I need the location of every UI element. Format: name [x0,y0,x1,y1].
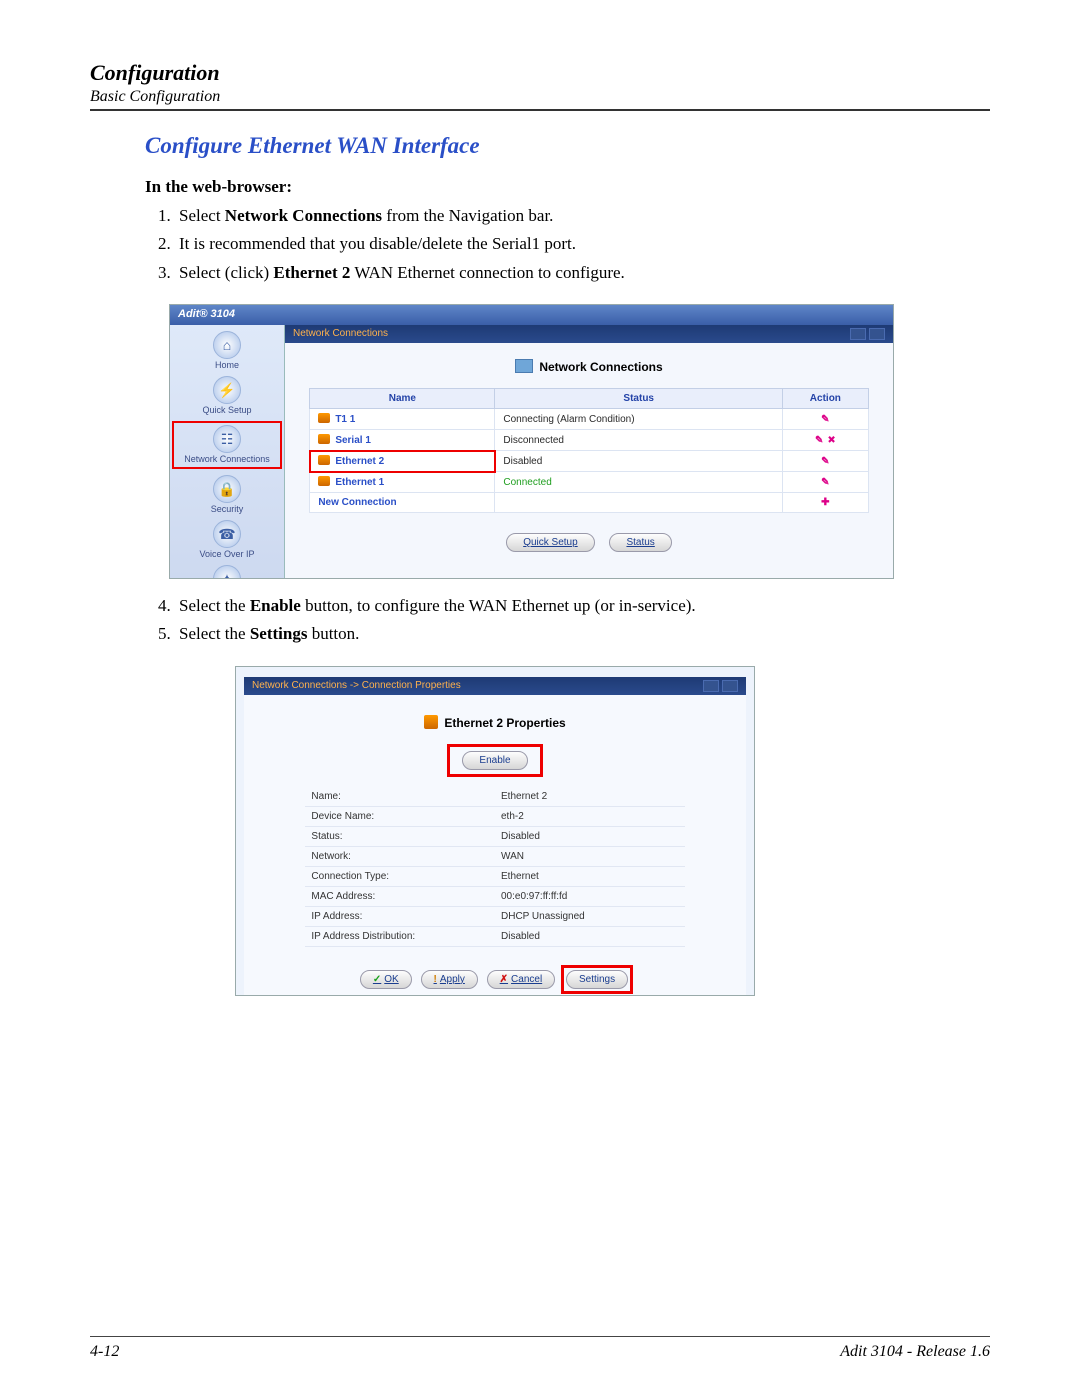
home-icon: ⌂ [213,331,241,359]
screenshot-ethernet-properties: Network Connections -> Connection Proper… [235,666,755,996]
x-icon: ✗ [500,974,508,985]
nav-more[interactable]: ✦ [170,565,284,579]
screenshot-network-connections: Adit® 3104 ⌂Home ⚡Quick Setup ☷Network C… [169,304,894,579]
breadcrumb: Network Connections [285,325,893,343]
step-4: Select the Enable button, to configure t… [175,593,990,619]
nav-home[interactable]: ⌂Home [170,331,284,370]
cable-icon [318,455,330,465]
prop-row: IP Address Distribution:Disabled [305,926,684,946]
cable-icon [318,476,330,486]
section-title: Configure Ethernet WAN Interface [145,133,990,159]
apply-icon: ! [434,974,437,985]
nav-network-connections-highlighted: ☷Network Connections [172,421,282,469]
table-row[interactable]: Ethernet 1 Connected ✎ [310,472,868,493]
delete-icon[interactable]: ✖ [827,435,835,446]
quick-setup-button[interactable]: Quick Setup [506,533,594,552]
check-icon: ✓ [373,974,381,985]
more-icon: ✦ [213,565,241,579]
prop-row: Device Name:eth-2 [305,806,684,826]
breadcrumb: Network Connections -> Connection Proper… [244,677,746,695]
phone-icon: ☎ [213,520,241,548]
step-5: Select the Settings button. [175,621,990,647]
bolt-icon: ⚡ [213,376,241,404]
step-1: Select Network Connections from the Navi… [175,203,990,229]
properties-title: Ethernet 2 Properties [258,715,732,730]
page-header-sub: Basic Configuration [90,88,990,106]
step-2: It is recommended that you disable/delet… [175,231,990,257]
connections-table: Name Status Action T1 1 Connecting (Alar… [309,388,868,513]
settings-button[interactable]: Settings [566,970,628,989]
settings-highlight: Settings [561,965,633,994]
pane-title: Network Connections [285,359,893,374]
network-icon [515,359,533,373]
step-3: Select (click) Ethernet 2 WAN Ethernet c… [175,260,990,286]
lock-icon: 🔒 [213,475,241,503]
tool-icon[interactable] [722,680,738,692]
prop-row: MAC Address:00:e0:97:ff:ff:fd [305,886,684,906]
nav-security[interactable]: 🔒Security [170,475,284,514]
cancel-button[interactable]: ✗Cancel [487,970,556,989]
tool-icon[interactable] [703,680,719,692]
apply-button[interactable]: !Apply [421,970,478,989]
table-row[interactable]: Serial 1 Disconnected ✎✖ [310,430,868,451]
header-rule [90,109,990,111]
prop-row: Connection Type:Ethernet [305,866,684,886]
nav-voip[interactable]: ☎Voice Over IP [170,520,284,559]
ok-button[interactable]: ✓OK [360,970,412,989]
prop-row: Name:Ethernet 2 [305,787,684,807]
add-icon[interactable]: ✚ [821,497,829,508]
table-row[interactable]: T1 1 Connecting (Alarm Condition) ✎ [310,409,868,430]
col-name: Name [310,389,495,409]
enable-highlight: Enable [447,744,542,777]
edit-icon[interactable]: ✎ [821,414,829,425]
prop-row: IP Address:DHCP Unassigned [305,906,684,926]
new-connection-row[interactable]: New Connection ✚ [310,493,868,513]
edit-icon[interactable]: ✎ [821,456,829,467]
cable-icon [424,715,438,729]
edit-icon[interactable]: ✎ [821,477,829,488]
cable-icon [318,413,330,423]
tool-icon[interactable] [869,328,885,340]
prop-row: Status:Disabled [305,826,684,846]
status-button[interactable]: Status [609,533,671,552]
table-row-ethernet2[interactable]: Ethernet 2 Disabled ✎ [310,451,868,472]
col-status: Status [495,389,783,409]
edit-icon[interactable]: ✎ [815,435,823,446]
prop-row: Network:WAN [305,846,684,866]
enable-button[interactable]: Enable [462,751,527,770]
properties-table: Name:Ethernet 2 Device Name:eth-2 Status… [305,787,684,947]
app-titlebar: Adit® 3104 [170,305,893,325]
nav-quick-setup[interactable]: ⚡Quick Setup [170,376,284,415]
subhead: In the web-browser: [145,177,990,197]
col-action: Action [783,389,869,409]
page-number: 4-12 [90,1343,119,1361]
page-header-title: Configuration [90,60,990,86]
tool-icon[interactable] [850,328,866,340]
nav-network-connections[interactable]: ☷Network Connections [176,425,278,464]
nav-sidebar: ⌂Home ⚡Quick Setup ☷Network Connections … [170,325,285,578]
release-version: Adit 3104 - Release 1.6 [840,1343,990,1361]
cable-icon [318,434,330,444]
network-icon: ☷ [213,425,241,453]
